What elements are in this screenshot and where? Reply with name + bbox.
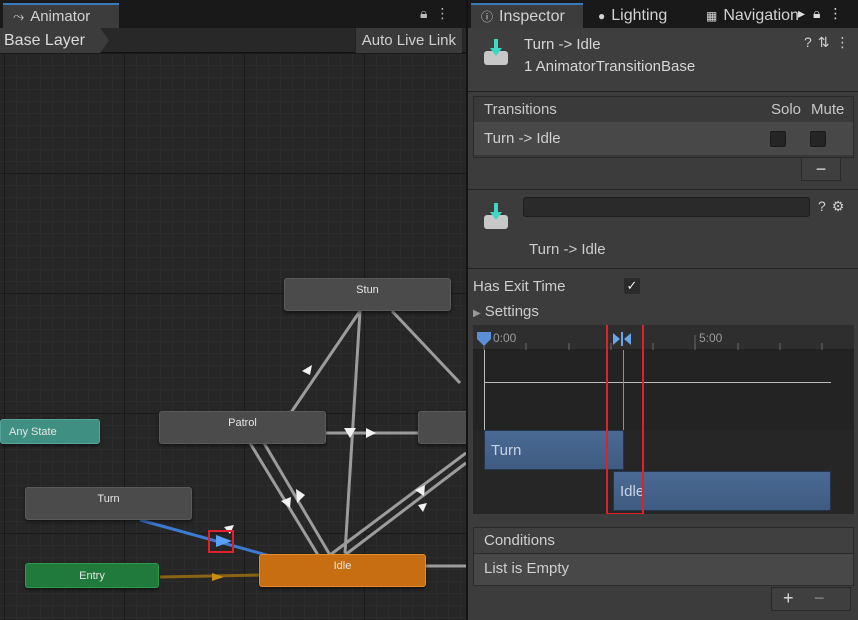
highlight-box	[606, 325, 644, 514]
transition-timeline[interactable]: 0:00 5:00 Turn Idle	[473, 325, 854, 514]
state-node-patrol[interactable]: Patrol	[159, 411, 326, 444]
layer-breadcrumb[interactable]: Base Layer	[0, 28, 109, 53]
arrow-head	[296, 489, 305, 503]
arrow-head	[302, 365, 312, 375]
timeline-start-marker-icon[interactable]	[476, 331, 492, 347]
timeline-ruler: 0:00 5:00	[473, 325, 854, 350]
ruler-label-start: 0:00	[493, 331, 517, 345]
start-line	[484, 350, 485, 430]
any-state-node[interactable]: Any State	[0, 419, 100, 444]
lock-icon[interactable]: 🔒︎	[813, 5, 828, 21]
remove-transition-button[interactable]: −	[801, 157, 841, 181]
conditions-add-remove: + −	[771, 587, 851, 611]
state-node-turn[interactable]: Turn	[25, 487, 192, 520]
graph-toolbar: Base Layer Auto Live Link	[0, 28, 466, 53]
header-title: Turn -> Idle	[524, 36, 601, 53]
settings-gear-icon[interactable]: ⚙	[832, 198, 851, 214]
transitions-list: Transitions Solo Mute Turn -> Idle	[473, 96, 854, 158]
animator-tab-label: Animator	[30, 8, 91, 25]
transition-line	[390, 309, 462, 385]
presets-icon[interactable]: ⇅	[818, 34, 836, 50]
lock-icon[interactable]: 🔒︎	[420, 5, 435, 21]
tab-scroll-right-icon[interactable]: ▸	[798, 5, 813, 21]
tab-lighting-label: Lighting	[611, 6, 668, 24]
header-icons: ?⇅⋮	[804, 34, 856, 51]
transition-line	[344, 461, 466, 557]
clip-to[interactable]: Idle	[613, 471, 831, 511]
entry-transition-line	[159, 573, 263, 579]
has-exit-time-checkbox[interactable]: ✓	[624, 278, 640, 294]
settings-foldout[interactable]: ▶ Settings	[473, 303, 539, 320]
menu-dots-icon[interactable]: ⋮	[435, 5, 457, 21]
state-node-stun[interactable]: Stun	[284, 278, 451, 311]
timeline-clips: Turn Idle	[473, 430, 854, 514]
auto-live-link-button[interactable]: Auto Live Link	[354, 28, 462, 53]
selected-transition-line	[139, 518, 271, 558]
ruler-label-mid: 5:00	[699, 331, 723, 345]
has-exit-time-label: Has Exit Time	[473, 278, 566, 295]
add-condition-button[interactable]: +	[783, 588, 794, 609]
transitions-header-label: Transitions	[484, 101, 557, 118]
animator-window: ⤳ Animator 🔒︎⋮ Base Layer Auto Live Link	[0, 0, 466, 620]
animator-tab[interactable]: ⤳ Animator	[3, 3, 119, 28]
animator-tabbar: ⤳ Animator 🔒︎⋮	[0, 0, 466, 28]
highlight-box	[208, 530, 234, 553]
help-icon[interactable]: ?	[818, 198, 832, 214]
transition-detail-icon	[481, 203, 511, 233]
transition-line	[248, 442, 320, 556]
state-machine-graph[interactable]: Stun Any State Patrol Turn Entry Idle	[0, 53, 466, 620]
tab-navigation[interactable]: ▦ Navigation	[706, 3, 798, 28]
navigation-icon: ▦	[706, 8, 718, 23]
transition-row[interactable]: Turn -> Idle	[474, 122, 853, 155]
inspector-header: Turn -> Idle 1 AnimatorTransitionBase ?⇅…	[468, 28, 858, 92]
inspector-window: ⓘ Inspector ● Lighting ▦ Navigation ▸🔒︎⋮…	[468, 0, 858, 620]
tab-inspector-label: Inspector	[499, 7, 565, 25]
ruler-ticks	[483, 335, 823, 350]
clip-from[interactable]: Turn	[484, 430, 624, 470]
transition-object-icon	[481, 39, 511, 69]
detail-header-icons: ?⚙	[818, 198, 850, 215]
help-icon[interactable]: ?	[804, 34, 818, 50]
header-subtitle: 1 AnimatorTransitionBase	[524, 58, 696, 75]
section-divider	[468, 189, 858, 190]
timeline-curve-area	[473, 350, 854, 430]
menu-dots-icon[interactable]: ⋮	[828, 5, 850, 21]
transition-detail-label: Turn -> Idle	[529, 241, 606, 258]
arrow-head	[366, 428, 376, 438]
transition-line	[288, 310, 362, 415]
entry-node[interactable]: Entry	[25, 563, 159, 588]
info-icon: ⓘ	[481, 10, 494, 24]
section-divider	[468, 268, 858, 269]
transition-name-input[interactable]	[523, 197, 810, 217]
menu-dots-icon[interactable]: ⋮	[836, 34, 856, 50]
solo-column-label: Solo	[771, 101, 802, 118]
transition-row-label: Turn -> Idle	[484, 130, 561, 147]
weight-line	[484, 382, 831, 383]
lightbulb-icon: ●	[598, 8, 606, 23]
tab-navigation-label: Navigation	[723, 6, 798, 24]
animator-graph-icon: ⤳	[13, 8, 25, 24]
window-controls: 🔒︎⋮	[420, 5, 457, 22]
conditions-empty-text: List is Empty	[473, 554, 854, 586]
mute-checkbox[interactable]	[810, 131, 826, 147]
mute-column-label: Mute	[811, 101, 845, 118]
entry-arrow-head	[212, 573, 224, 581]
tab-lighting[interactable]: ● Lighting	[598, 3, 667, 28]
inspector-tabbar: ⓘ Inspector ● Lighting ▦ Navigation ▸🔒︎⋮	[468, 0, 858, 28]
state-node-idle[interactable]: Idle	[259, 554, 426, 587]
transitions-header: Transitions Solo Mute	[474, 97, 853, 122]
remove-condition-button[interactable]: −	[814, 588, 825, 609]
conditions-header: Conditions	[473, 527, 854, 554]
conditions-list: Conditions List is Empty	[473, 527, 854, 589]
state-node-offscreen[interactable]	[418, 411, 466, 444]
arrow-head	[418, 503, 427, 512]
tab-inspector[interactable]: ⓘ Inspector	[471, 3, 583, 28]
solo-checkbox[interactable]	[770, 131, 786, 147]
settings-label: Settings	[484, 303, 539, 320]
foldout-arrow-icon: ▶	[473, 308, 481, 319]
inspector-window-controls: ▸🔒︎⋮	[798, 5, 850, 22]
